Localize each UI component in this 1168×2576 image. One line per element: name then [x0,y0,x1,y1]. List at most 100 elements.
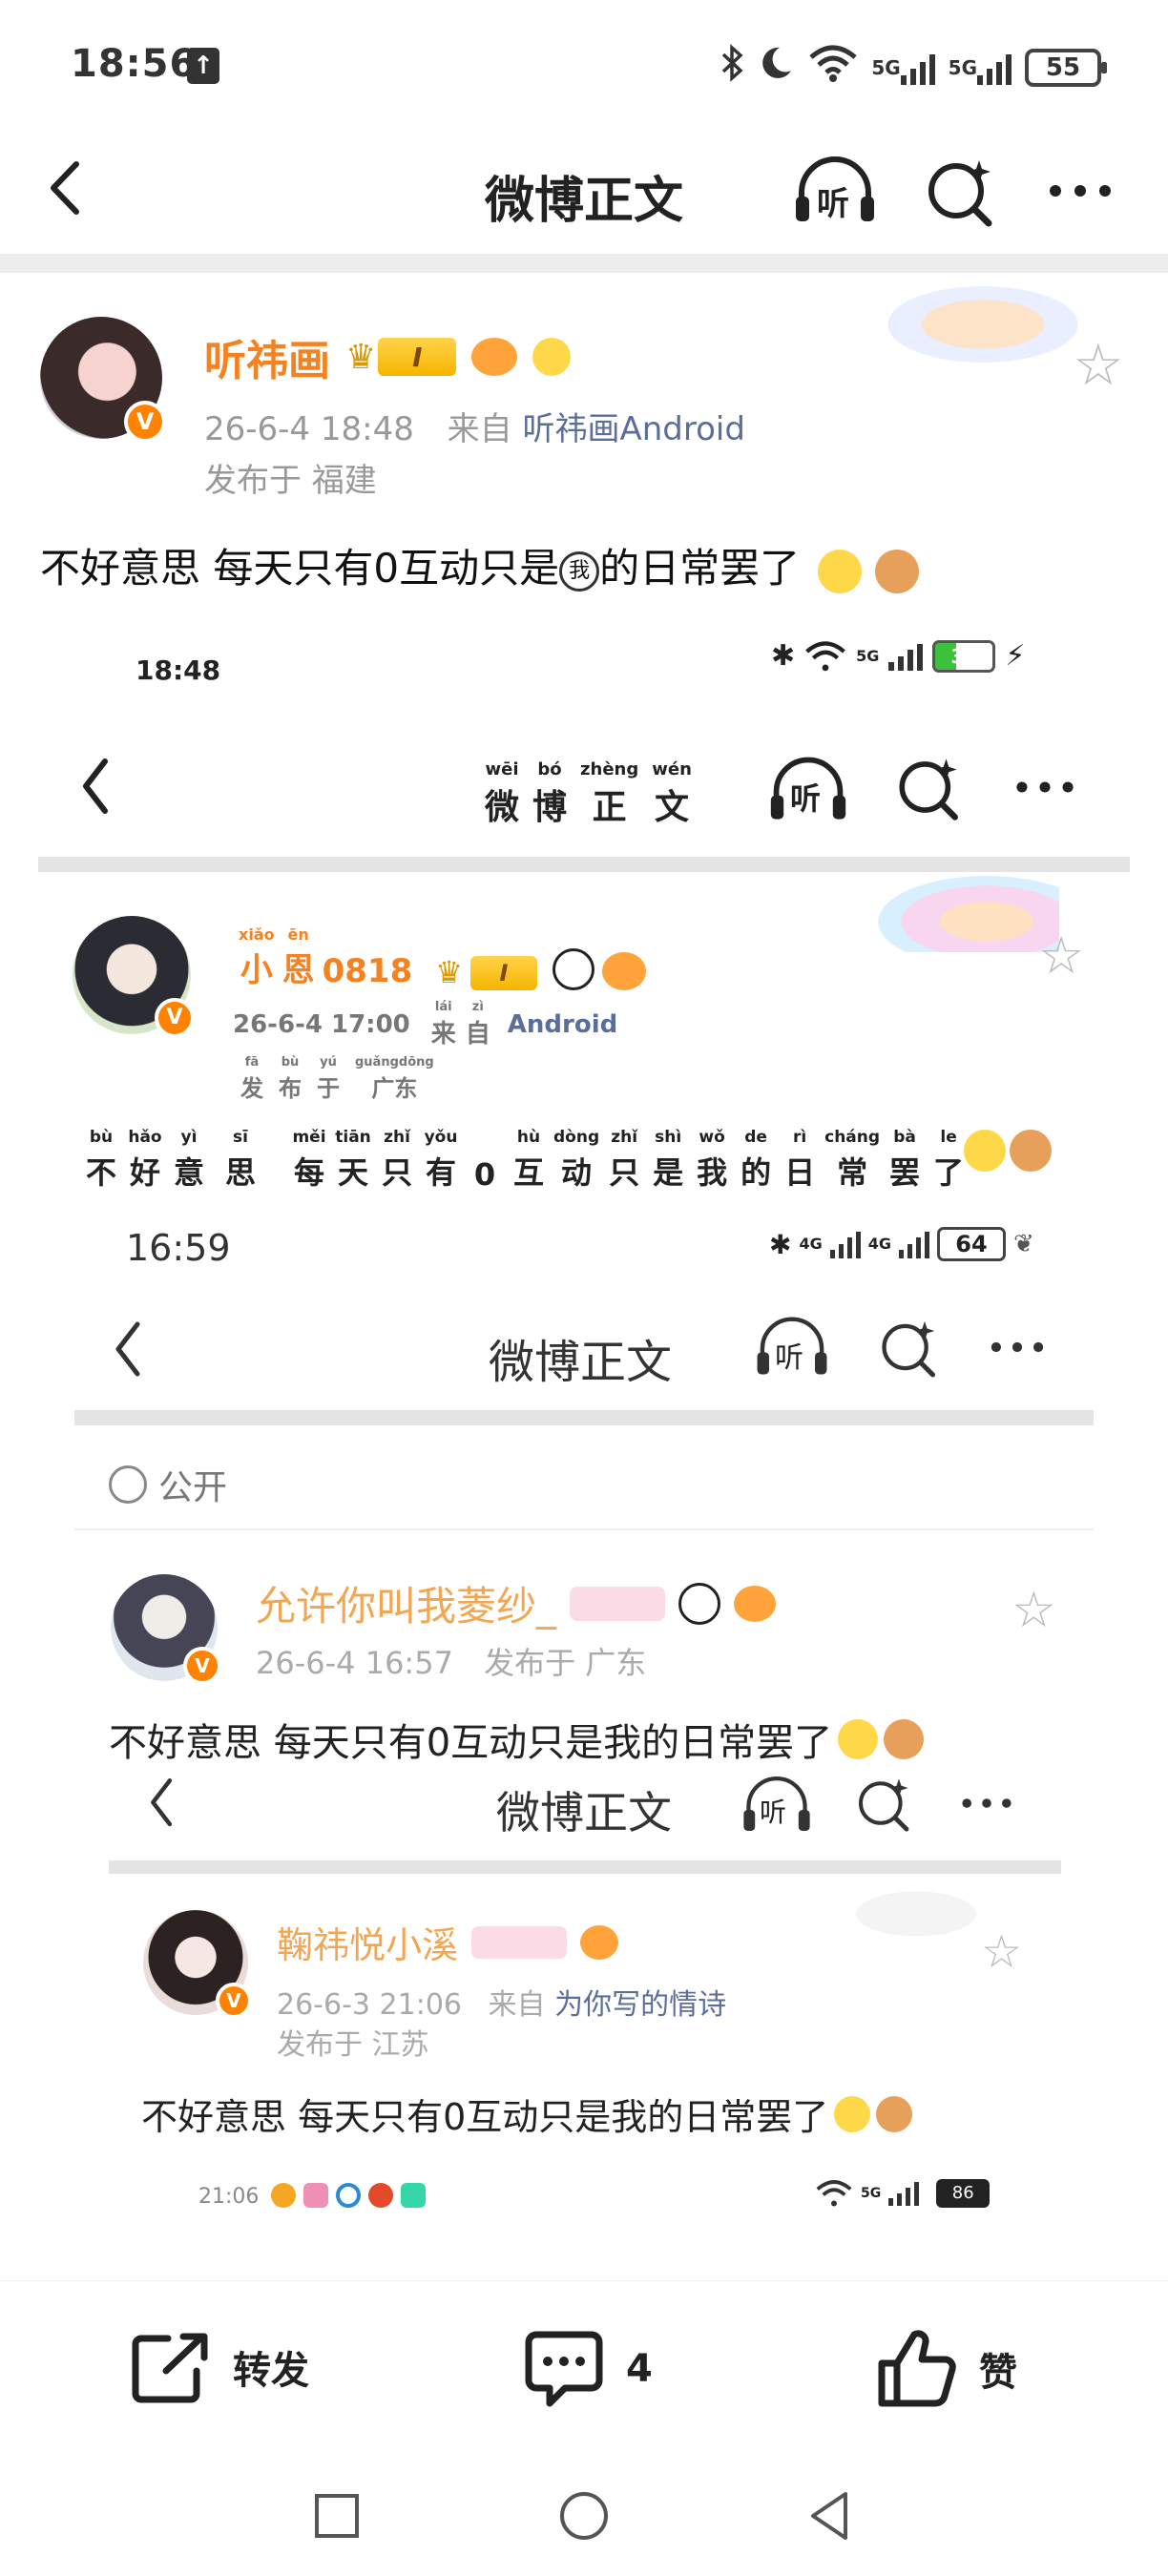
shot1-divider [38,857,1130,872]
shot1-text-char: yǒu 有 [424,1128,458,1191]
shot3-search-icon [859,1778,909,1832]
shot2-more-icon [991,1341,1044,1353]
shot2-crying-emoji-icon [838,1719,879,1759]
comment-button[interactable]: 4 [523,2329,653,2409]
recents-button[interactable] [303,2483,370,2549]
search-button[interactable] [922,153,998,229]
shot1-username-row: xiǎo 小 ēn 恩 0818 ♛ I [239,925,646,990]
favorite-star-icon[interactable]: ☆ [1073,332,1124,399]
bluetooth-icon [720,44,745,91]
shot1-text-char: měi 每 [292,1128,326,1191]
listen-label: 听 [817,185,849,223]
shot2-level-badge [570,1586,666,1621]
shot1-meta: 26-6-4 17:00 lái 来 zì 自 Android [233,1000,618,1049]
shot2-search-icon [882,1320,936,1378]
system-nav-bar [0,2462,1168,2576]
shot1-text-char: wǒ 我 [697,1128,728,1191]
system-back-button[interactable] [798,2483,865,2549]
shot1-text-char: hǎo 好 [128,1128,162,1191]
shot3-crying-emoji-icon [834,2095,871,2132]
upload-icon: ↑ [187,48,219,84]
more-button[interactable] [1042,153,1118,229]
avatar[interactable]: V [40,317,166,443]
shot3-level-badge [471,1925,568,1959]
shot2-leaf-icon: ❦ [1013,1230,1034,1258]
comment-count: 4 [626,2347,653,2391]
shot4-time: 21:06 [198,2185,260,2209]
shot3-back-icon [151,1778,173,1827]
moon-emoji-icon [532,338,572,376]
circle-icon [560,2492,608,2540]
post-source[interactable]: 听祎画Android [522,410,744,448]
shot2-back-icon [115,1321,140,1377]
repost-label: 转发 [233,2349,309,2393]
shot3-listen-icon: 听 [740,1773,813,1838]
shot1-text-char: yì 意 [173,1128,204,1191]
wifi-icon [808,44,858,91]
shot1-text-char: 0 [473,1156,496,1193]
home-button[interactable] [551,2483,617,2549]
search-sparkle-icon [928,160,992,227]
post-text: 不好意思 每天只有0互动只是我的日常罢了 [40,536,919,594]
shot2-divider [74,1410,1094,1425]
shot1-text-char: shì 是 [653,1128,684,1191]
like-button[interactable]: 赞 [876,2329,1017,2409]
shot1-crown-icon: ♛ [435,954,463,990]
shot1-text-char: dòng 动 [553,1128,600,1191]
shot2-bluetooth-icon: ✱ [769,1228,792,1260]
shot4-wifi-icon [816,2180,852,2207]
listen-button[interactable]: 听 [792,153,874,229]
fish-icon [471,338,518,376]
shot1-text-char: zhǐ 只 [381,1128,412,1191]
shot2-listen-icon: 听 [754,1313,830,1381]
shot1-emoji-group [964,1130,1052,1172]
nav-divider [0,254,1168,273]
repost-button[interactable]: 转发 [130,2329,309,2405]
battery-indicator: 55 [1025,48,1107,87]
shot1-charging-icon: ⚡ [1005,639,1026,673]
shot1-text-char: hù 互 [512,1128,544,1191]
shot1-text-char: cháng 常 [824,1128,881,1191]
me-emoji-icon: 我 [559,551,600,592]
shot4-status-icons: 5G 86 [815,2179,991,2208]
post-text-part-2: 的日常罢了 [599,545,801,592]
status-time: 18:56 [71,42,198,86]
shot4-battery: 86 [936,2179,991,2208]
shot1-star-icon: ☆ [1038,925,1085,986]
signal-2-icon: 5G [949,51,1012,85]
shot3-location: 发布于 江苏 [277,2028,429,2062]
shot2-post-text: 不好意思 每天只有0互动只是我的日常罢了 [109,1712,925,1767]
post-meta: 26-6-4 18:48 来自 听祎画Android [204,403,745,449]
cat-decoration [887,286,1078,363]
shot1-level-badge: I [469,956,537,990]
shot1-text-char: de 的 [740,1128,772,1191]
shot2-meta: 26-6-4 16:57 发布于 广东 [256,1645,647,1681]
shot2-star-icon: ☆ [1012,1582,1056,1639]
shot3-post-text: 不好意思 每天只有0互动只是我的日常罢了 [141,2088,913,2140]
shot2-panda-icon [678,1582,721,1625]
shot3-meta: 26-6-3 21:06 来自 为你写的情诗 [277,1988,727,2022]
shot1-listen-icon: 听 [767,752,849,828]
signal-1-icon: 5G [871,51,935,85]
comment-icon [525,2331,603,2407]
shot1-back-icon [83,758,108,814]
shot3-more-icon [962,1798,1012,1808]
shot3-title: 微博正文 [496,1787,672,1839]
shot2-time: 16:59 [126,1227,231,1269]
post-text-part-1: 不好意思 每天只有0互动只是 [40,545,560,592]
shot1-avatar: V [73,916,195,1038]
cat-emoji-icon [874,549,919,593]
username[interactable]: 听祎画 [204,326,330,387]
shot2-avatar: V [111,1574,221,1685]
shot2-cat-emoji-icon [884,1719,925,1759]
username-row: 听祎画 ♛ I [204,326,572,387]
shot3-fish-icon [580,1924,619,1960]
shot1-bluetooth-icon: ✱ [771,639,796,673]
shot1-text-char: zhǐ 只 [609,1128,640,1191]
shot1-crying-emoji-icon [964,1130,1006,1172]
shot2-battery: 64 [937,1227,1006,1261]
shot1-wifi-icon [805,640,845,671]
crying-emoji-icon [818,549,863,593]
shot4-notification-icons [271,2183,426,2208]
post-action-bar: 转发 4 赞 [0,2280,1168,2462]
